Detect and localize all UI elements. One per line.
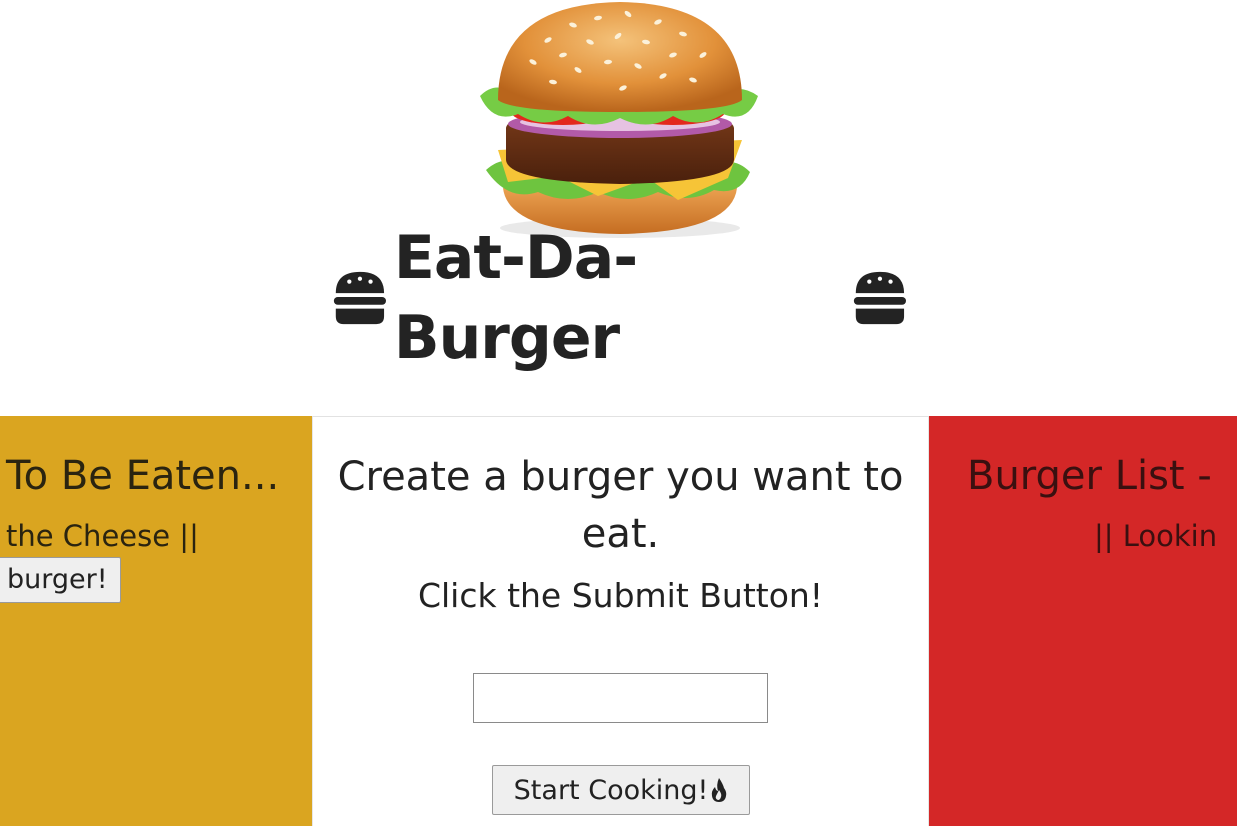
to-be-eaten-heading: To Be Eaten...: [6, 453, 280, 499]
submit-instruction: Click the Submit Button!: [417, 576, 824, 615]
page: Eat-Da-Burger To Be Eaten... the Cheese …: [0, 0, 1237, 826]
devoured-burger-panel: Burger List - || Lookin: [929, 416, 1237, 826]
create-burger-panel: Create a burger you want to eat. Click t…: [312, 416, 929, 826]
page-title: Eat-Da-Burger: [330, 223, 910, 373]
to-be-eaten-panel: To Be Eaten... the Cheese || burger!: [0, 416, 312, 826]
devoured-burger-item: || Lookin: [1094, 519, 1218, 553]
start-cooking-label: Start Cooking!: [513, 774, 709, 806]
burger-name-input[interactable]: [473, 673, 768, 723]
devour-burger-button[interactable]: burger!: [0, 557, 121, 603]
page-title-text: Eat-Da-Burger: [393, 223, 638, 373]
burger-columns: To Be Eaten... the Cheese || burger! Cre…: [0, 416, 1237, 826]
hamburger-icon: [333, 271, 386, 325]
start-cooking-button[interactable]: Start Cooking!: [492, 765, 750, 815]
hamburger-icon: [854, 271, 907, 325]
burger-list-heading: Burger List -: [967, 453, 1212, 499]
create-burger-heading: Create a burger you want to eat.: [337, 454, 904, 557]
burger-image: [480, 2, 758, 238]
fire-icon: [712, 778, 727, 802]
burger-item-name: the Cheese ||: [6, 519, 199, 553]
